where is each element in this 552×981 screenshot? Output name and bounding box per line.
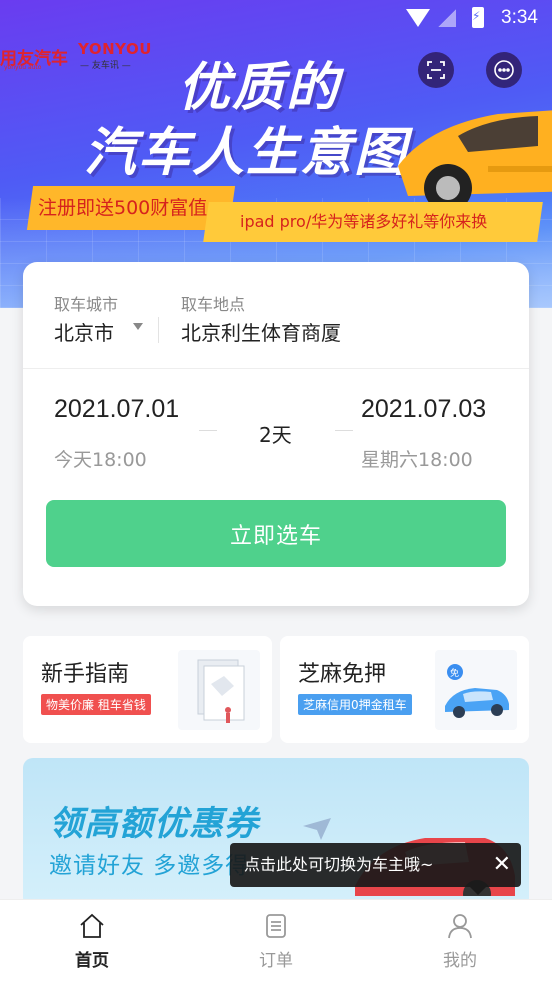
promo-title: 领高额优惠券: [49, 804, 259, 844]
divider: [335, 430, 353, 431]
status-time: 3:34: [501, 7, 538, 28]
select-car-button[interactable]: 立即选车: [46, 500, 506, 567]
signal-icon: [438, 9, 456, 27]
close-icon[interactable]: ✕: [493, 843, 511, 887]
sesame-deposit-free-card[interactable]: 芝麻免押 芝麻信用0押金租车 免: [280, 636, 529, 743]
pickup-location-label: 取车地点: [181, 295, 246, 314]
car-icon: 免: [445, 664, 509, 718]
switch-to-owner-tooltip[interactable]: 点击此处可切换为车主哦~ ✕: [230, 843, 521, 895]
divider: [158, 317, 159, 343]
banner-headline-1: 优质的: [178, 58, 341, 118]
tab-mine-label: 我的: [443, 951, 477, 971]
order-list-icon: [266, 914, 286, 938]
pickup-city-label: 取车城市: [54, 295, 119, 314]
sesame-deposit-free-tag: 芝麻信用0押金租车: [298, 694, 412, 715]
user-icon: [448, 914, 472, 939]
tab-home[interactable]: 首页: [52, 912, 132, 971]
beginner-guide-card[interactable]: 新手指南 物美价廉 租车省钱: [23, 636, 272, 743]
tab-home-label: 首页: [75, 951, 109, 971]
tab-orders[interactable]: 订单: [236, 912, 316, 971]
yonyou-logo-sub: — 友车讯 —: [80, 61, 131, 71]
more-button[interactable]: [486, 52, 522, 88]
status-bar: 3:34: [0, 0, 552, 38]
tab-mine[interactable]: 我的: [420, 912, 500, 971]
bottom-tab-bar: 首页 订单 我的: [0, 899, 552, 981]
pickup-location-field[interactable]: 北京利生体育商厦: [181, 317, 341, 346]
pickup-city-select[interactable]: 北京市: [54, 317, 114, 346]
beginner-guide-title: 新手指南: [41, 662, 130, 687]
beginner-guide-tag: 物美价廉 租车省钱: [41, 694, 151, 715]
more-dots-icon: [494, 60, 514, 80]
battery-charging-icon: [472, 7, 484, 28]
pickup-date[interactable]: 2021.07.01: [54, 395, 179, 424]
yellow-car-illustration: [398, 110, 552, 206]
banner-headline-2: 汽车人生意图: [84, 123, 409, 183]
tab-orders-label: 订单: [259, 951, 293, 971]
home-icon: [80, 913, 104, 938]
yonyou-auto-logo-sub: yonyou auto: [4, 64, 42, 71]
book-icon: [197, 659, 245, 723]
return-date[interactable]: 2021.07.03: [361, 395, 486, 424]
pickup-time[interactable]: 今天18:00: [54, 445, 147, 472]
tooltip-text: 点击此处可切换为车主哦~: [244, 855, 434, 874]
promo-subtitle: 邀请好友 多邀多得: [49, 853, 250, 879]
gift-exchange-ribbon: ipad pro/华为等诸多好礼等你来换: [203, 202, 543, 242]
svg-text:免: 免: [450, 667, 459, 679]
scan-icon: [427, 61, 445, 79]
tooltip-arrow: [470, 887, 486, 895]
register-reward-ribbon: 注册即送500财富值: [26, 186, 236, 230]
booking-card: 取车城市 北京市 取车地点 北京利生体育商厦 2021.07.01 今天18:0…: [23, 262, 529, 606]
blue-car-illustration: 免: [435, 650, 517, 730]
divider: [199, 430, 217, 431]
divider: [23, 368, 529, 369]
wifi-icon: [406, 9, 430, 27]
scan-button[interactable]: [418, 52, 454, 88]
paper-plane-icon: [303, 818, 331, 840]
yonyou-logo: YONYOU: [78, 40, 152, 58]
rental-duration: 2天: [259, 423, 292, 447]
chevron-down-icon[interactable]: [133, 323, 143, 330]
return-time[interactable]: 星期六18:00: [361, 445, 473, 472]
guide-book-illustration: [178, 650, 260, 730]
sesame-deposit-free-title: 芝麻免押: [298, 662, 387, 687]
